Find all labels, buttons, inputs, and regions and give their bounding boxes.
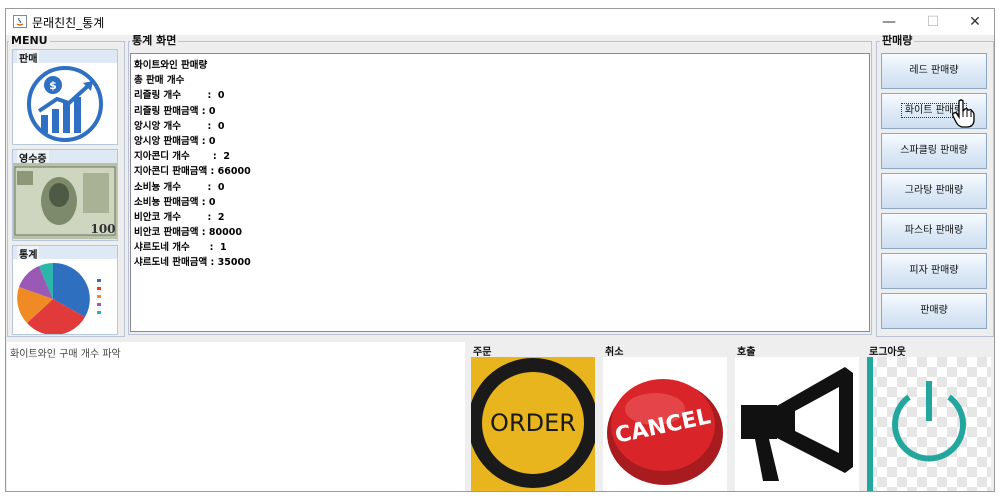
red-sales-button[interactable]: 레드 판매량 [881, 53, 987, 89]
order-button[interactable]: 주문 ORDER [469, 343, 597, 491]
power-icon [867, 357, 966, 491]
order-image-text: ORDER [490, 409, 576, 437]
total-sales-button-label: 판매량 [920, 305, 948, 316]
logout-label: 로그아웃 [869, 347, 906, 358]
pizza-sales-button[interactable]: 피자 판매량 [881, 253, 987, 289]
cancel-image: CANCEL [603, 357, 727, 491]
gratin-sales-button[interactable]: 그라탕 판매량 [881, 173, 987, 209]
sparkling-sales-button[interactable]: 스파클링 판매량 [881, 133, 987, 169]
cancel-label: 취소 [605, 347, 624, 358]
call-button[interactable]: 호출 [733, 343, 861, 491]
pizza-sales-button-label: 피자 판매량 [909, 265, 959, 276]
red-sales-button-label: 레드 판매량 [909, 65, 959, 76]
hand-cursor-icon [952, 99, 975, 128]
order-label: 주문 [473, 347, 492, 358]
total-sales-button[interactable]: 판매량 [881, 293, 987, 329]
cancel-button-icon: CANCEL [603, 357, 727, 491]
pasta-sales-button-label: 파스타 판매량 [904, 225, 964, 236]
sparkling-sales-button-label: 스파클링 판매량 [900, 145, 968, 156]
log-text-area[interactable]: 화이트와인 구매 개수 파악 [7, 342, 465, 491]
logout-image [867, 357, 991, 491]
call-image [735, 357, 859, 491]
pasta-sales-button[interactable]: 파스타 판매량 [881, 213, 987, 249]
megaphone-icon [735, 357, 859, 491]
log-text: 화이트와인 구매 개수 파악 [10, 349, 121, 360]
call-label: 호출 [737, 347, 756, 358]
app-window: 문래친친_통계 — ☐ ✕ MENU 판매 $ 영수증 100 통계 통계 화면… [5, 8, 995, 492]
cancel-button[interactable]: 취소 CANCEL [601, 343, 729, 491]
order-image: ORDER [471, 357, 595, 491]
gratin-sales-button-label: 그라탕 판매량 [904, 185, 964, 196]
logout-button[interactable]: 로그아웃 [865, 343, 993, 491]
order-circle-icon: ORDER [471, 357, 595, 491]
